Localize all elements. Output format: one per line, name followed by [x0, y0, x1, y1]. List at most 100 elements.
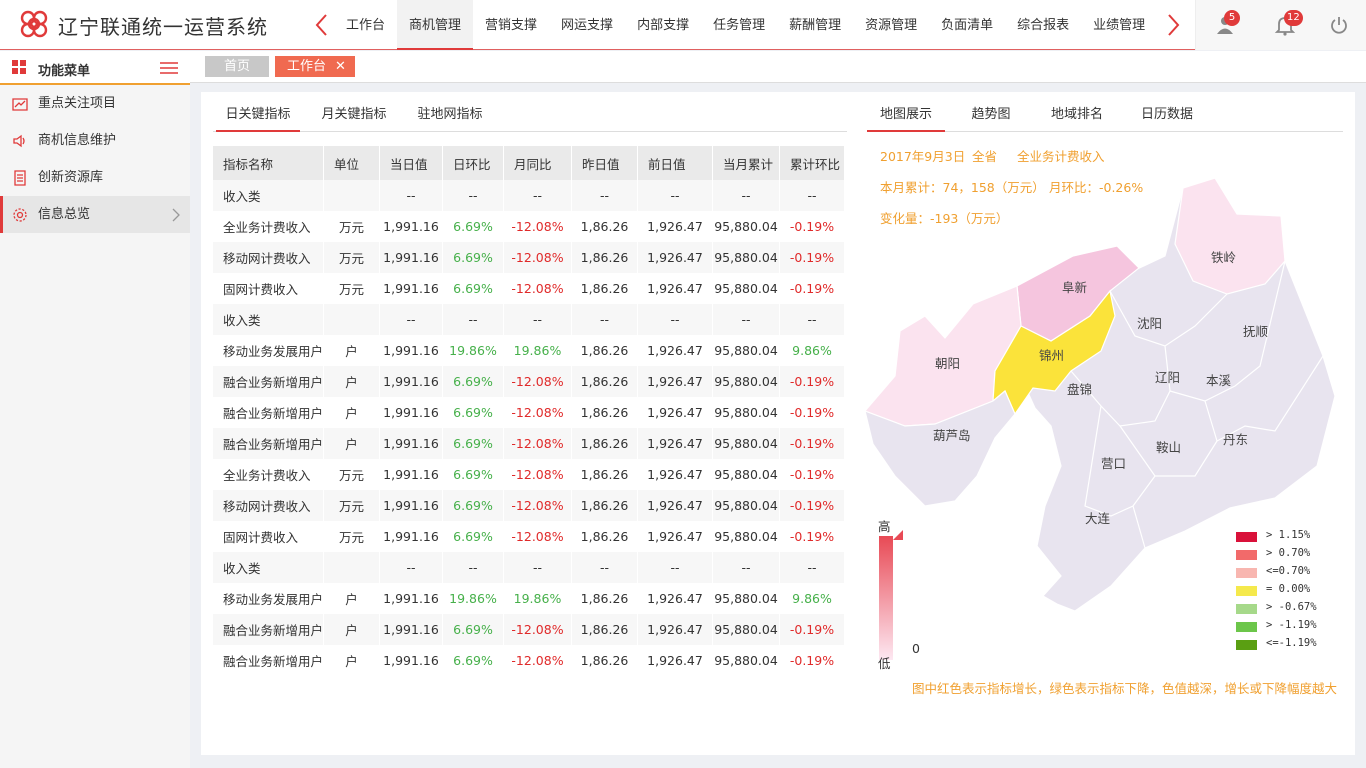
legend-swatch: [1236, 622, 1257, 632]
tab-home[interactable]: 首页: [205, 56, 269, 77]
main-nav: 工作台 商机管理 营销支撑 网运支撑 内部支撑 任务管理 薪酬管理 资源管理 负…: [334, 0, 1157, 50]
table-row[interactable]: 移动网计费收入 万元 1,991.16 6.69% -12.08% 1,86.26 1,92…: [213, 242, 845, 273]
table-cell: -0.19%: [780, 242, 845, 273]
table-cell: 1,991.16: [380, 242, 443, 273]
tab-workbench[interactable]: 工作台 ✕: [275, 56, 355, 77]
table-cell: --: [638, 304, 713, 335]
table-row[interactable]: 全业务计费收入 万元 1,991.16 6.69% -12.08% 1,86.26 1,92…: [213, 211, 845, 242]
table-cell: 6.69%: [443, 614, 504, 645]
nav-workbench[interactable]: 工作台: [334, 0, 397, 50]
map-label-tieling: 铁岭: [1211, 250, 1236, 265]
table-cell: 6.69%: [443, 459, 504, 490]
table-cell: --: [780, 552, 845, 583]
tab-region-ranking[interactable]: 地域排名: [1039, 100, 1115, 132]
document-icon: [14, 170, 26, 186]
table-row[interactable]: 固网计费收入 万元 1,991.16 6.69% -12.08% 1,86.26 1,926…: [213, 521, 845, 552]
table-cell: -12.08%: [504, 242, 572, 273]
table-cell: 95,880.04: [713, 645, 780, 676]
bell-icon[interactable]: 12: [1274, 10, 1303, 38]
user-icon[interactable]: 5: [1214, 10, 1240, 38]
table-cell: 万元: [324, 242, 380, 273]
map-label-fushun: 抚顺: [1243, 324, 1268, 339]
legend-swatch: [1236, 640, 1257, 650]
table-cell: --: [380, 304, 443, 335]
table-cell: 95,880.04: [713, 521, 780, 552]
sidebar-item-innovation-library[interactable]: 创新资源库: [0, 159, 190, 196]
table-row[interactable]: 融合业务新增用户户 1,991.16 6.69% -12.08% 1,86.26 1,92…: [213, 366, 845, 397]
table-cell: 1,86.26: [572, 242, 638, 273]
nav-reports[interactable]: 综合报表: [1005, 0, 1081, 50]
col-header: 累计环比: [780, 146, 845, 180]
table-row[interactable]: 全业务计费收入 万元 1,991.16 6.69% -12.08% 1,86.26 1,92…: [213, 459, 845, 490]
table-cell: --: [443, 304, 504, 335]
nav-resource-management[interactable]: 资源管理: [853, 0, 929, 50]
indicator-name-cell: 收入类: [213, 180, 324, 211]
table-cell: 6.69%: [443, 428, 504, 459]
table-row[interactable]: 移动业务发展用户户 1,991.16 19.86% 19.86% 1,86.26 1,92…: [213, 583, 845, 614]
sidebar-item-key-projects[interactable]: 重点关注项目: [0, 85, 190, 122]
table-row[interactable]: 融合业务新增用户户 1,991.16 6.69% -12.08% 1,86.26 1,92…: [213, 614, 845, 645]
col-header: 月同比: [504, 146, 572, 180]
table-cell: 1,991.16: [380, 366, 443, 397]
table-cell: 9.86%: [780, 583, 845, 614]
table-cell: 6.69%: [443, 645, 504, 676]
nav-salary-management[interactable]: 薪酬管理: [777, 0, 853, 50]
left-arrow-icon[interactable]: [312, 12, 332, 38]
tab-map-view[interactable]: 地图展示: [867, 100, 945, 132]
table-row[interactable]: 固网计费收入 万元 1,991.16 6.69% -12.08% 1,86.26 1,926…: [213, 273, 845, 304]
nav-network-support[interactable]: 网运支撑: [549, 0, 625, 50]
table-cell: -12.08%: [504, 521, 572, 552]
table-cell: -12.08%: [504, 273, 572, 304]
table-cell: 6.69%: [443, 490, 504, 521]
nav-performance[interactable]: 业绩管理: [1081, 0, 1157, 50]
table-cell: 6.69%: [443, 397, 504, 428]
sidebar-item-opportunity-maintenance[interactable]: 商机信息维护: [0, 122, 190, 159]
table-cell: -0.19%: [780, 397, 845, 428]
table-row[interactable]: 收入类 -- -- -- -- -- -- --: [213, 552, 845, 583]
kpi-table: 指标名称 单位 当日值 日环比 月同比 昨日值 前日值 当月累计 累计环比 收入…: [213, 146, 845, 676]
table-row[interactable]: 移动网计费收入 万元 1,991.16 6.69% -12.08% 1,86.26 1,92…: [213, 490, 845, 521]
close-icon[interactable]: ✕: [335, 56, 346, 77]
table-cell: 95,880.04: [713, 242, 780, 273]
table-cell: 95,880.04: [713, 397, 780, 428]
right-arrow-icon[interactable]: [1163, 12, 1183, 38]
tab-calendar-data[interactable]: 日历数据: [1129, 100, 1205, 132]
legend-swatch: [1236, 532, 1257, 542]
tab-resident-network-indicators[interactable]: 驻地网指标: [409, 100, 491, 132]
nav-internal-support[interactable]: 内部支撑: [625, 0, 701, 50]
table-row[interactable]: 移动业务发展用户户 1,991.16 19.86% 19.86% 1,86.26 1,92…: [213, 335, 845, 366]
legend-label: > -1.19%: [1266, 619, 1317, 631]
map-label-fuxin: 阜新: [1062, 280, 1087, 295]
nav-marketing-support[interactable]: 营销支撑: [473, 0, 549, 50]
table-row[interactable]: 融合业务新增用户户 1,991.16 6.69% -12.08% 1,86.26 1,92…: [213, 397, 845, 428]
table-cell: -0.19%: [780, 428, 845, 459]
gradient-high-label: 高: [878, 519, 891, 534]
sidebar-item-overview[interactable]: 信息总览: [0, 196, 190, 233]
indicator-name-cell: 融合业务新增用户: [213, 397, 324, 428]
table-cell: -12.08%: [504, 366, 572, 397]
table-cell: 1,86.26: [572, 335, 638, 366]
table-cell: 1,991.16: [380, 397, 443, 428]
gradient-low-label: 低: [878, 656, 891, 671]
gradient-legend: [879, 536, 893, 660]
legend-swatch: [1236, 586, 1257, 596]
table-row[interactable]: 收入类 -- -- -- -- -- -- --: [213, 304, 845, 335]
table-cell: --: [572, 552, 638, 583]
menu-icon[interactable]: [160, 61, 178, 75]
sidebar-item-label: 重点关注项目: [38, 96, 117, 111]
tab-monthly-indicators[interactable]: 月关键指标: [313, 100, 395, 132]
tab-trend[interactable]: 趋势图: [955, 100, 1027, 132]
table-row[interactable]: 收入类 -- -- -- -- -- -- --: [213, 180, 845, 211]
map-scope: 全省: [972, 149, 998, 164]
table-cell: 1,991.16: [380, 211, 443, 242]
tab-daily-indicators[interactable]: 日关键指标: [216, 100, 300, 132]
table-row[interactable]: 融合业务新增用户户 1,991.16 6.69% -12.08% 1,86.26 1,92…: [213, 645, 845, 676]
table-cell: --: [504, 180, 572, 211]
nav-negative-list[interactable]: 负面清单: [929, 0, 1005, 50]
power-icon[interactable]: [1328, 14, 1352, 38]
nav-business-opportunity[interactable]: 商机管理: [397, 0, 474, 50]
table-cell: 6.69%: [443, 521, 504, 552]
map-note: 图中红色表示指标增长，绿色表示指标下降，色值越深，增长或下降幅度越大: [912, 681, 1338, 696]
nav-task-management[interactable]: 任务管理: [701, 0, 777, 50]
table-row[interactable]: 融合业务新增用户户 1,991.16 6.69% -12.08% 1,86.26 1,92…: [213, 428, 845, 459]
